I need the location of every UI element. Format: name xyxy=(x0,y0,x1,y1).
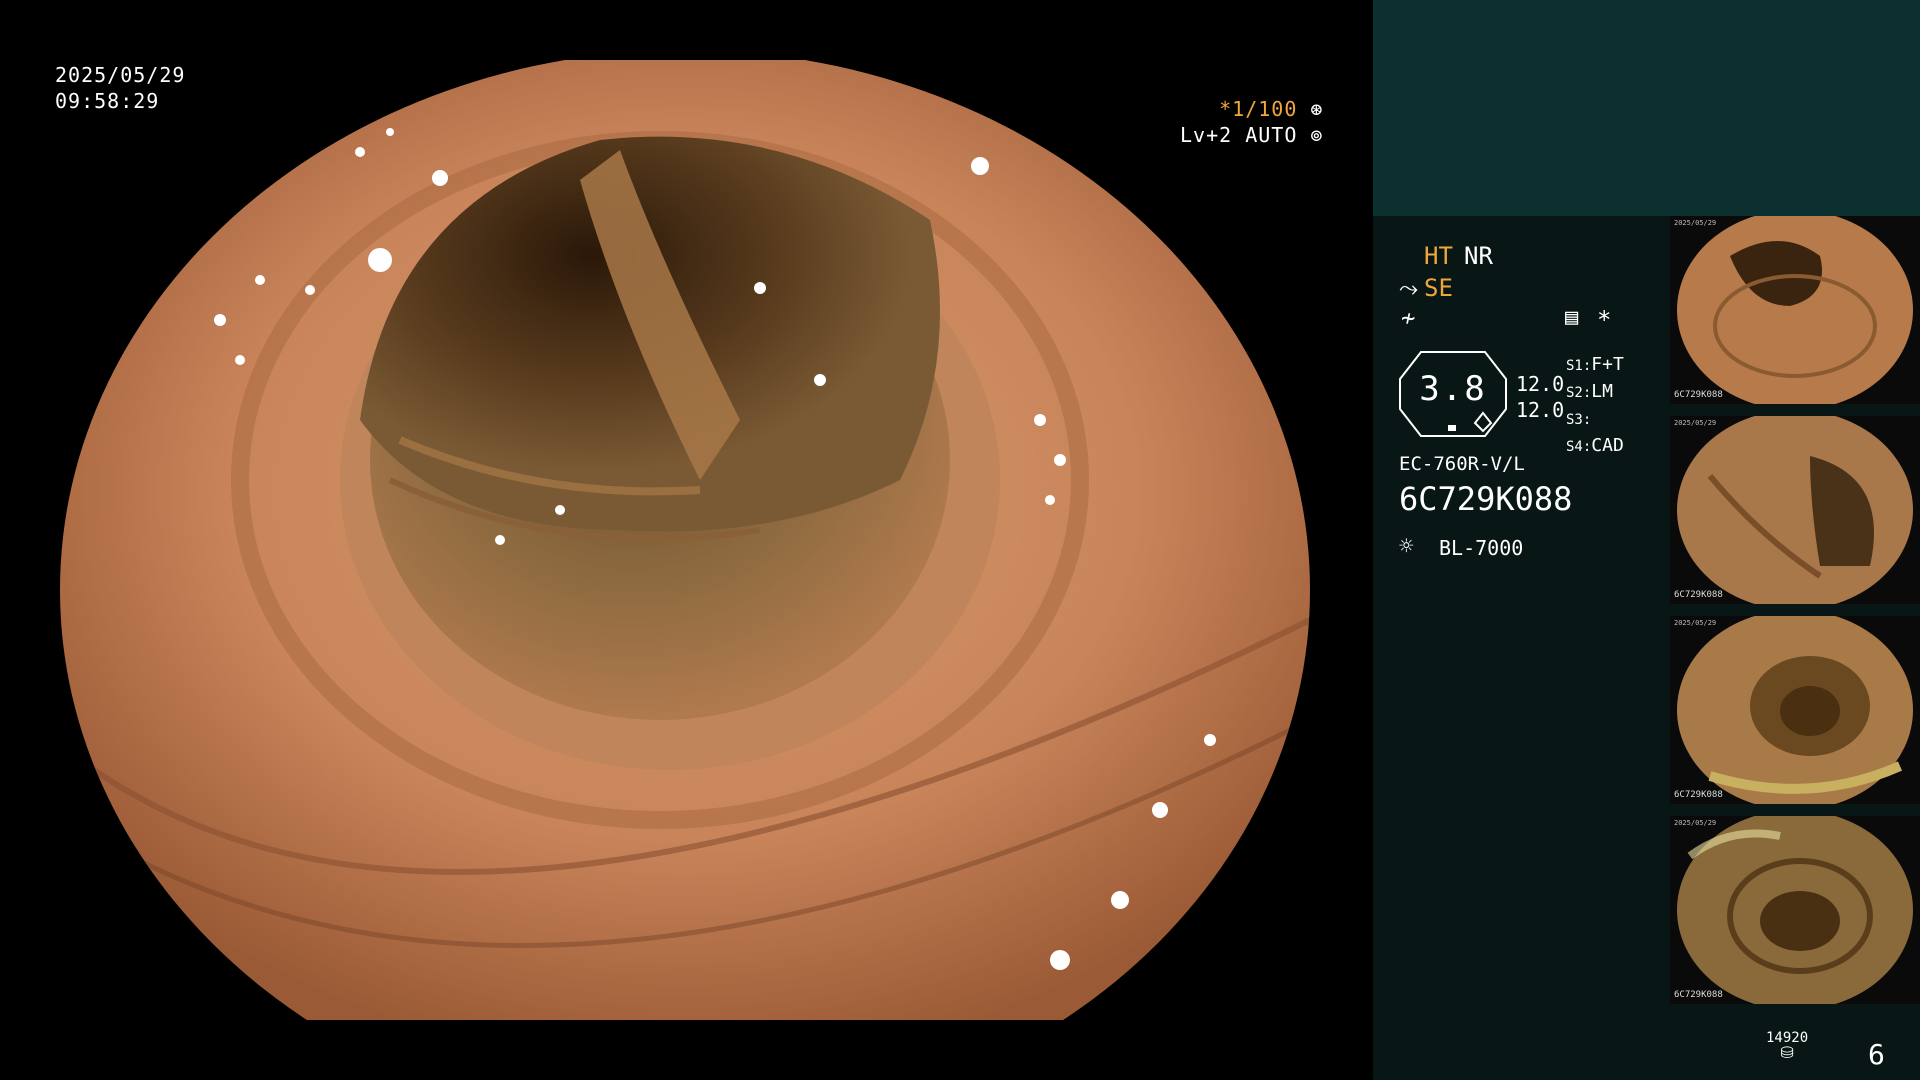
badge-value: 3.8 xyxy=(1419,369,1487,409)
se-label: SE xyxy=(1424,274,1453,302)
thumbnail-image xyxy=(1677,616,1913,804)
switch-key: S4: xyxy=(1566,439,1592,455)
switch-item: S1:F+T xyxy=(1566,352,1624,379)
star-marker: * xyxy=(1597,306,1612,334)
thumbnail-caption: 6C729K088 xyxy=(1674,590,1723,600)
switch-item: S2:LM xyxy=(1566,379,1624,406)
scope-model: EC-760R-V/L xyxy=(1399,453,1525,475)
endoscope-image xyxy=(60,60,1310,1020)
storage-icon: ⛁ xyxy=(1780,1043,1794,1062)
menu-icon: ▤ xyxy=(1565,305,1579,330)
switch-key: S1: xyxy=(1566,358,1592,374)
level-row: Lv+2 AUTO ⊚ xyxy=(1180,122,1323,148)
switch-item: S4:CAD xyxy=(1566,433,1624,460)
color-mode-icon: ≁ xyxy=(1401,304,1416,332)
thumbnail-date: 2025/05/29 xyxy=(1674,419,1717,427)
shutter-text: *1/100 xyxy=(1219,97,1298,121)
ht-label: HT xyxy=(1424,242,1453,270)
value-a: 12.0 xyxy=(1516,372,1565,396)
thumbnail[interactable]: 2025/05/29 6C729K088 xyxy=(1670,416,1920,604)
scope-serial: 6C729K088 xyxy=(1399,480,1573,518)
thumbnail-caption: 6C729K088 xyxy=(1674,390,1723,400)
thumbnail-caption: 6C729K088 xyxy=(1674,790,1723,800)
auto-iris-icon: ⊚ xyxy=(1310,123,1324,147)
thumbnail[interactable]: 2025/05/29 6C729K088 xyxy=(1670,216,1920,404)
switch-list: S1:F+T S2:LM S3: S4:CAD xyxy=(1566,352,1624,460)
thumbnail-date: 2025/05/29 xyxy=(1674,819,1717,827)
switch-key: S2: xyxy=(1566,385,1592,401)
thumbnail-image xyxy=(1677,416,1913,604)
thumbnail-caption: 6C729K088 xyxy=(1674,990,1723,1000)
side-panel: HT NR ⤳ SE ≁ ▤ * 3.8 12.0 12.0 S1:F+T S2… xyxy=(1373,216,1920,1080)
colon-lumen-image xyxy=(60,60,1310,1020)
value-b: 12.0 xyxy=(1516,398,1565,422)
magnification-badge: 3.8 xyxy=(1399,351,1507,437)
light-source: BL-7000 xyxy=(1439,536,1524,560)
datetime-readout: 2025/05/29 09:58:29 xyxy=(55,62,185,114)
page-number: 6 xyxy=(1868,1038,1885,1071)
shutter-row: *1/100 ⊛ xyxy=(1180,96,1323,122)
nr-label: NR xyxy=(1464,242,1493,270)
switch-value: F+T xyxy=(1591,354,1624,375)
aperture-icon: ⊛ xyxy=(1310,97,1324,121)
time-text: 09:58:29 xyxy=(55,89,160,113)
thumbnail-image xyxy=(1677,216,1913,404)
side-panel-header xyxy=(1373,0,1920,216)
level-text: Lv+2 AUTO xyxy=(1180,123,1298,147)
light-icon: ☼ xyxy=(1399,532,1414,560)
switch-key: S3: xyxy=(1566,412,1592,428)
switch-value: CAD xyxy=(1591,435,1624,456)
thumbnail[interactable]: 2025/05/29 6C729K088 xyxy=(1670,616,1920,804)
switch-item: S3: xyxy=(1566,406,1624,433)
date-text: 2025/05/29 xyxy=(55,63,186,87)
image-counter: 14920 ⛁ xyxy=(1766,1030,1808,1062)
thumbnail-image xyxy=(1677,816,1913,1004)
enhance-icon: ⤳ xyxy=(1399,274,1419,302)
thumbnail[interactable]: 2025/05/29 6C729K088 xyxy=(1670,816,1920,1004)
switch-value: LM xyxy=(1591,381,1613,402)
thumbnail-date: 2025/05/29 xyxy=(1674,619,1717,627)
exposure-readout: *1/100 ⊛ Lv+2 AUTO ⊚ xyxy=(1180,96,1323,148)
thumbnail-date: 2025/05/29 xyxy=(1674,219,1717,227)
